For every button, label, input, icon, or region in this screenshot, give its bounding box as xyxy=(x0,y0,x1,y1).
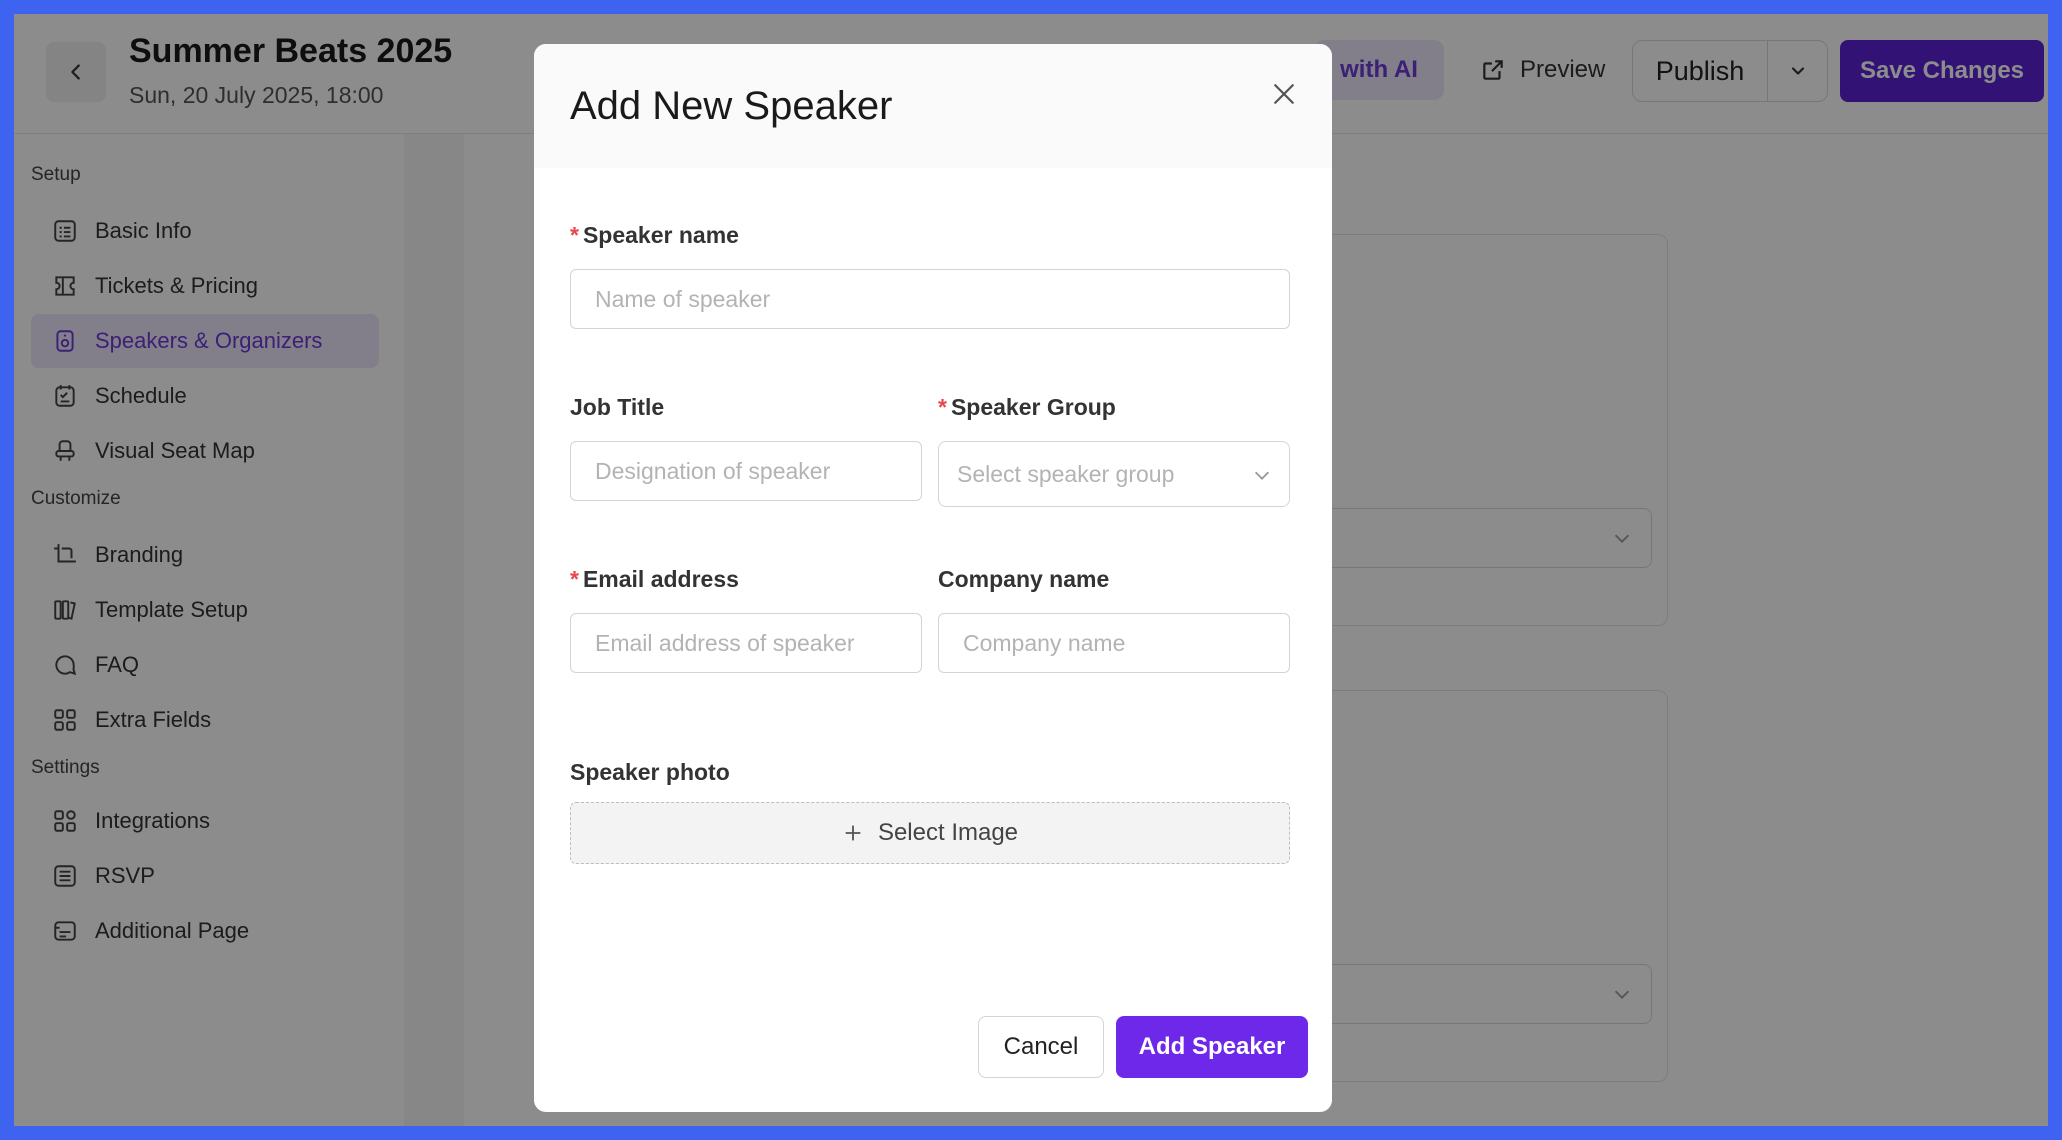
required-mark: * xyxy=(570,222,579,248)
modal-title: Add New Speaker xyxy=(570,84,893,128)
select-image-label: Select Image xyxy=(877,819,1019,846)
required-mark: * xyxy=(570,566,579,592)
job-title-label: Job Title xyxy=(570,394,665,420)
company-label: Company name xyxy=(938,566,1110,592)
plus-icon xyxy=(845,825,861,841)
speaker-name-input[interactable] xyxy=(570,269,1290,329)
speaker-group-select[interactable]: Select speaker group xyxy=(938,441,1290,507)
speaker-photo-label: Speaker photo xyxy=(570,759,730,785)
required-mark: * xyxy=(938,394,947,420)
modal-header: Add New Speaker xyxy=(534,44,1332,168)
email-input[interactable] xyxy=(570,613,922,673)
speaker-name-label: * Speaker name xyxy=(570,222,739,248)
app-window: Summer Beats 2025 Sun, 20 July 2025, 18:… xyxy=(14,14,2048,1126)
close-button[interactable] xyxy=(1264,74,1304,114)
select-image-button[interactable]: Select Image xyxy=(570,802,1290,864)
speaker-group-label: * Speaker Group xyxy=(938,394,1116,420)
cancel-button[interactable]: Cancel xyxy=(978,1016,1104,1078)
close-icon xyxy=(1274,84,1294,104)
job-title-input[interactable] xyxy=(570,441,922,501)
chevron-down-icon xyxy=(1254,471,1270,480)
email-label: * Email address xyxy=(570,566,739,592)
add-speaker-button[interactable]: Add Speaker xyxy=(1116,1016,1308,1078)
company-input[interactable] xyxy=(938,613,1290,673)
add-speaker-modal: Add New Speaker *Speaker name Job Title … xyxy=(534,44,1332,1112)
speaker-group-placeholder: Select speaker group xyxy=(957,460,1175,487)
